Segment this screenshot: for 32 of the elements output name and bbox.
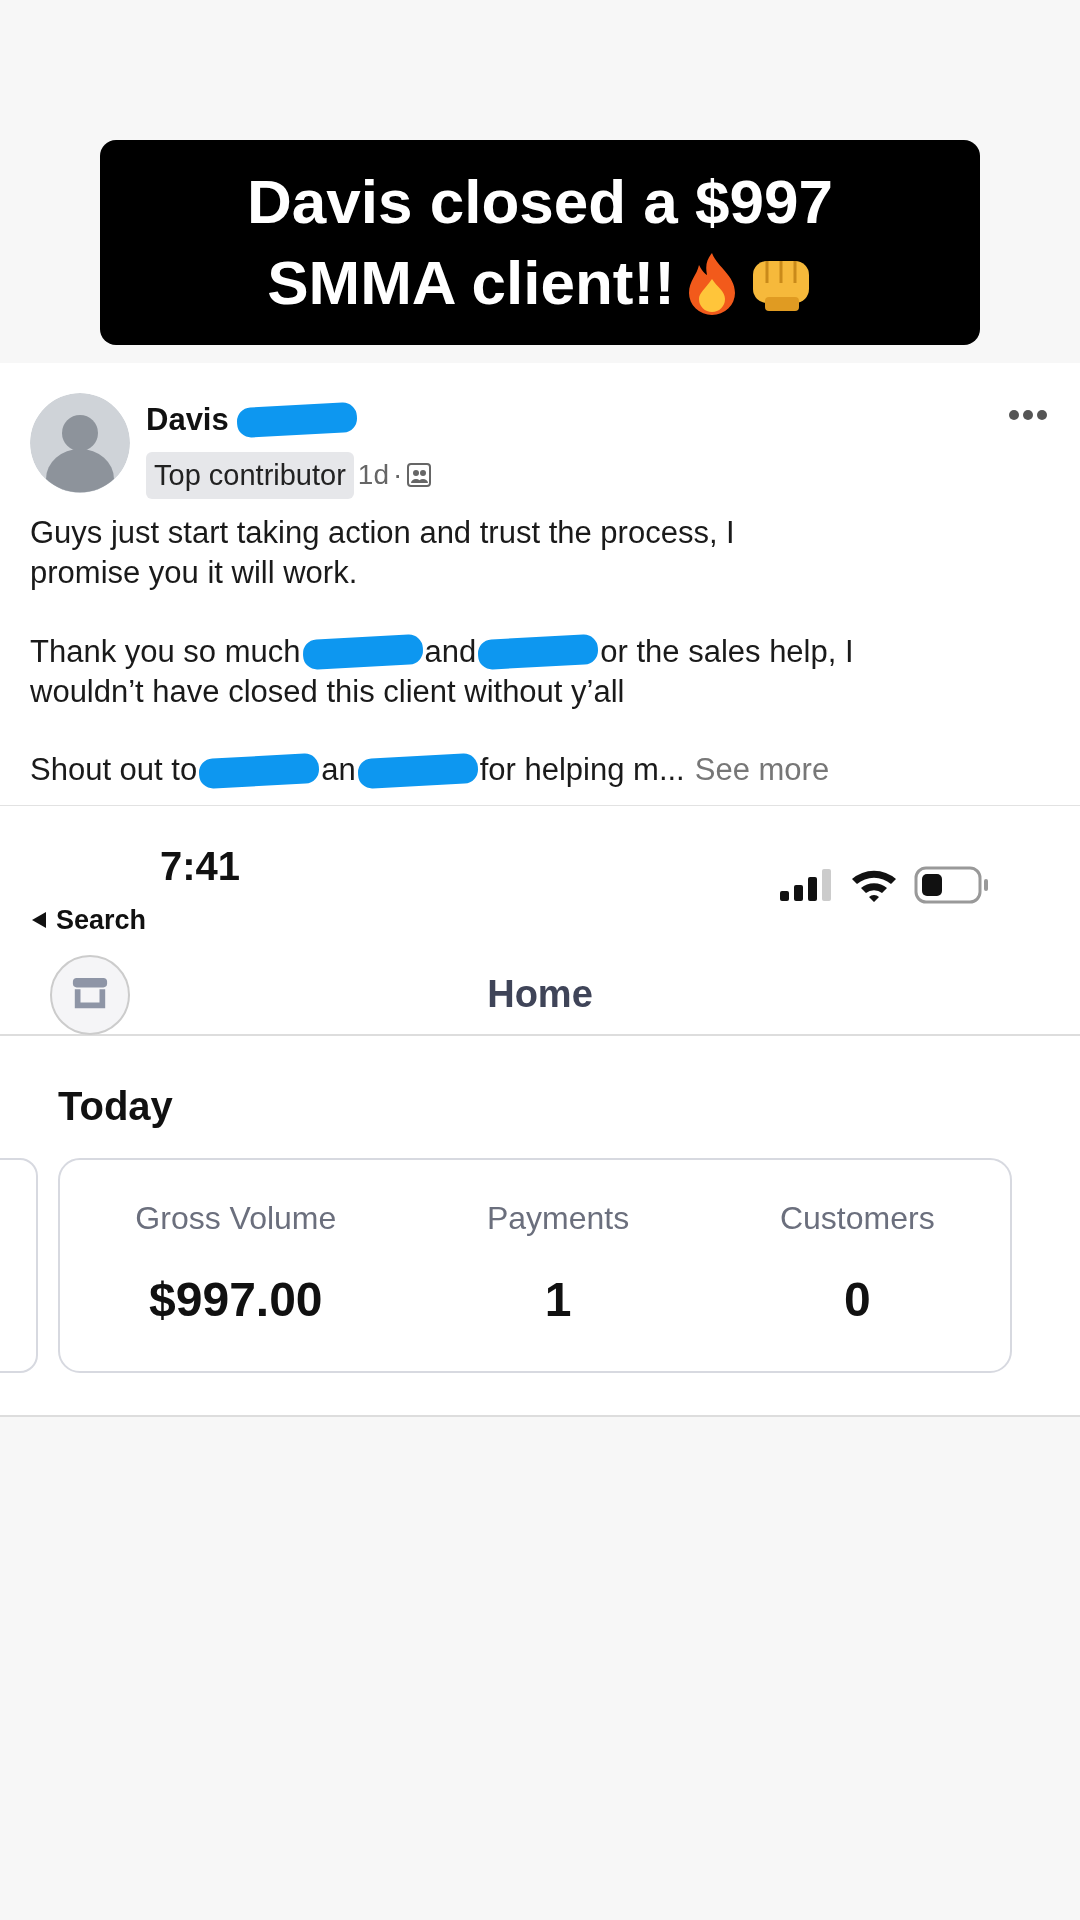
metric-label: Payments — [486, 1199, 630, 1239]
metric-value: $997.00 — [148, 1272, 324, 1329]
post-time: 1d — [357, 458, 389, 493]
battery-icon — [914, 865, 990, 904]
avatar[interactable] — [30, 393, 130, 494]
signal-icon — [778, 866, 834, 903]
section-title: Today — [57, 1082, 174, 1130]
post-text: Thank you so much — [30, 632, 301, 671]
post-text: wouldn’t have closed this client without y’all — [30, 673, 625, 712]
see-more-link[interactable]: See more — [694, 750, 830, 791]
more-options-icon[interactable] — [1008, 409, 1048, 422]
metric-label: Gross Volume — [135, 1199, 337, 1239]
post-text: promise you it will work. — [30, 554, 358, 593]
group-icon — [406, 462, 433, 489]
metric-value: 1 — [543, 1272, 573, 1329]
separator-dot: · — [393, 458, 403, 493]
post-text: or the sales help, I — [600, 632, 854, 671]
banner-title: Davis closed a $997 — [247, 166, 833, 238]
metric-value: 0 — [842, 1272, 872, 1329]
metric-label: Customers — [779, 1199, 935, 1239]
post-text: for helping m... — [479, 751, 685, 790]
post-text: Shout out to — [30, 751, 198, 790]
status-time: 7:41 — [160, 842, 241, 890]
back-link[interactable]: Search — [56, 899, 147, 941]
banner-title: SMMA client!! — [267, 246, 675, 319]
page-title: Home — [487, 972, 593, 1018]
post-text: and — [424, 632, 477, 671]
author-name[interactable]: Davis — [146, 397, 229, 444]
post-text: an — [321, 751, 356, 790]
contributor-badge: Top contributor — [146, 451, 354, 500]
back-arrow-icon[interactable] — [30, 909, 48, 930]
post-text: Guys just start taking action and trust the process, I — [30, 514, 735, 553]
